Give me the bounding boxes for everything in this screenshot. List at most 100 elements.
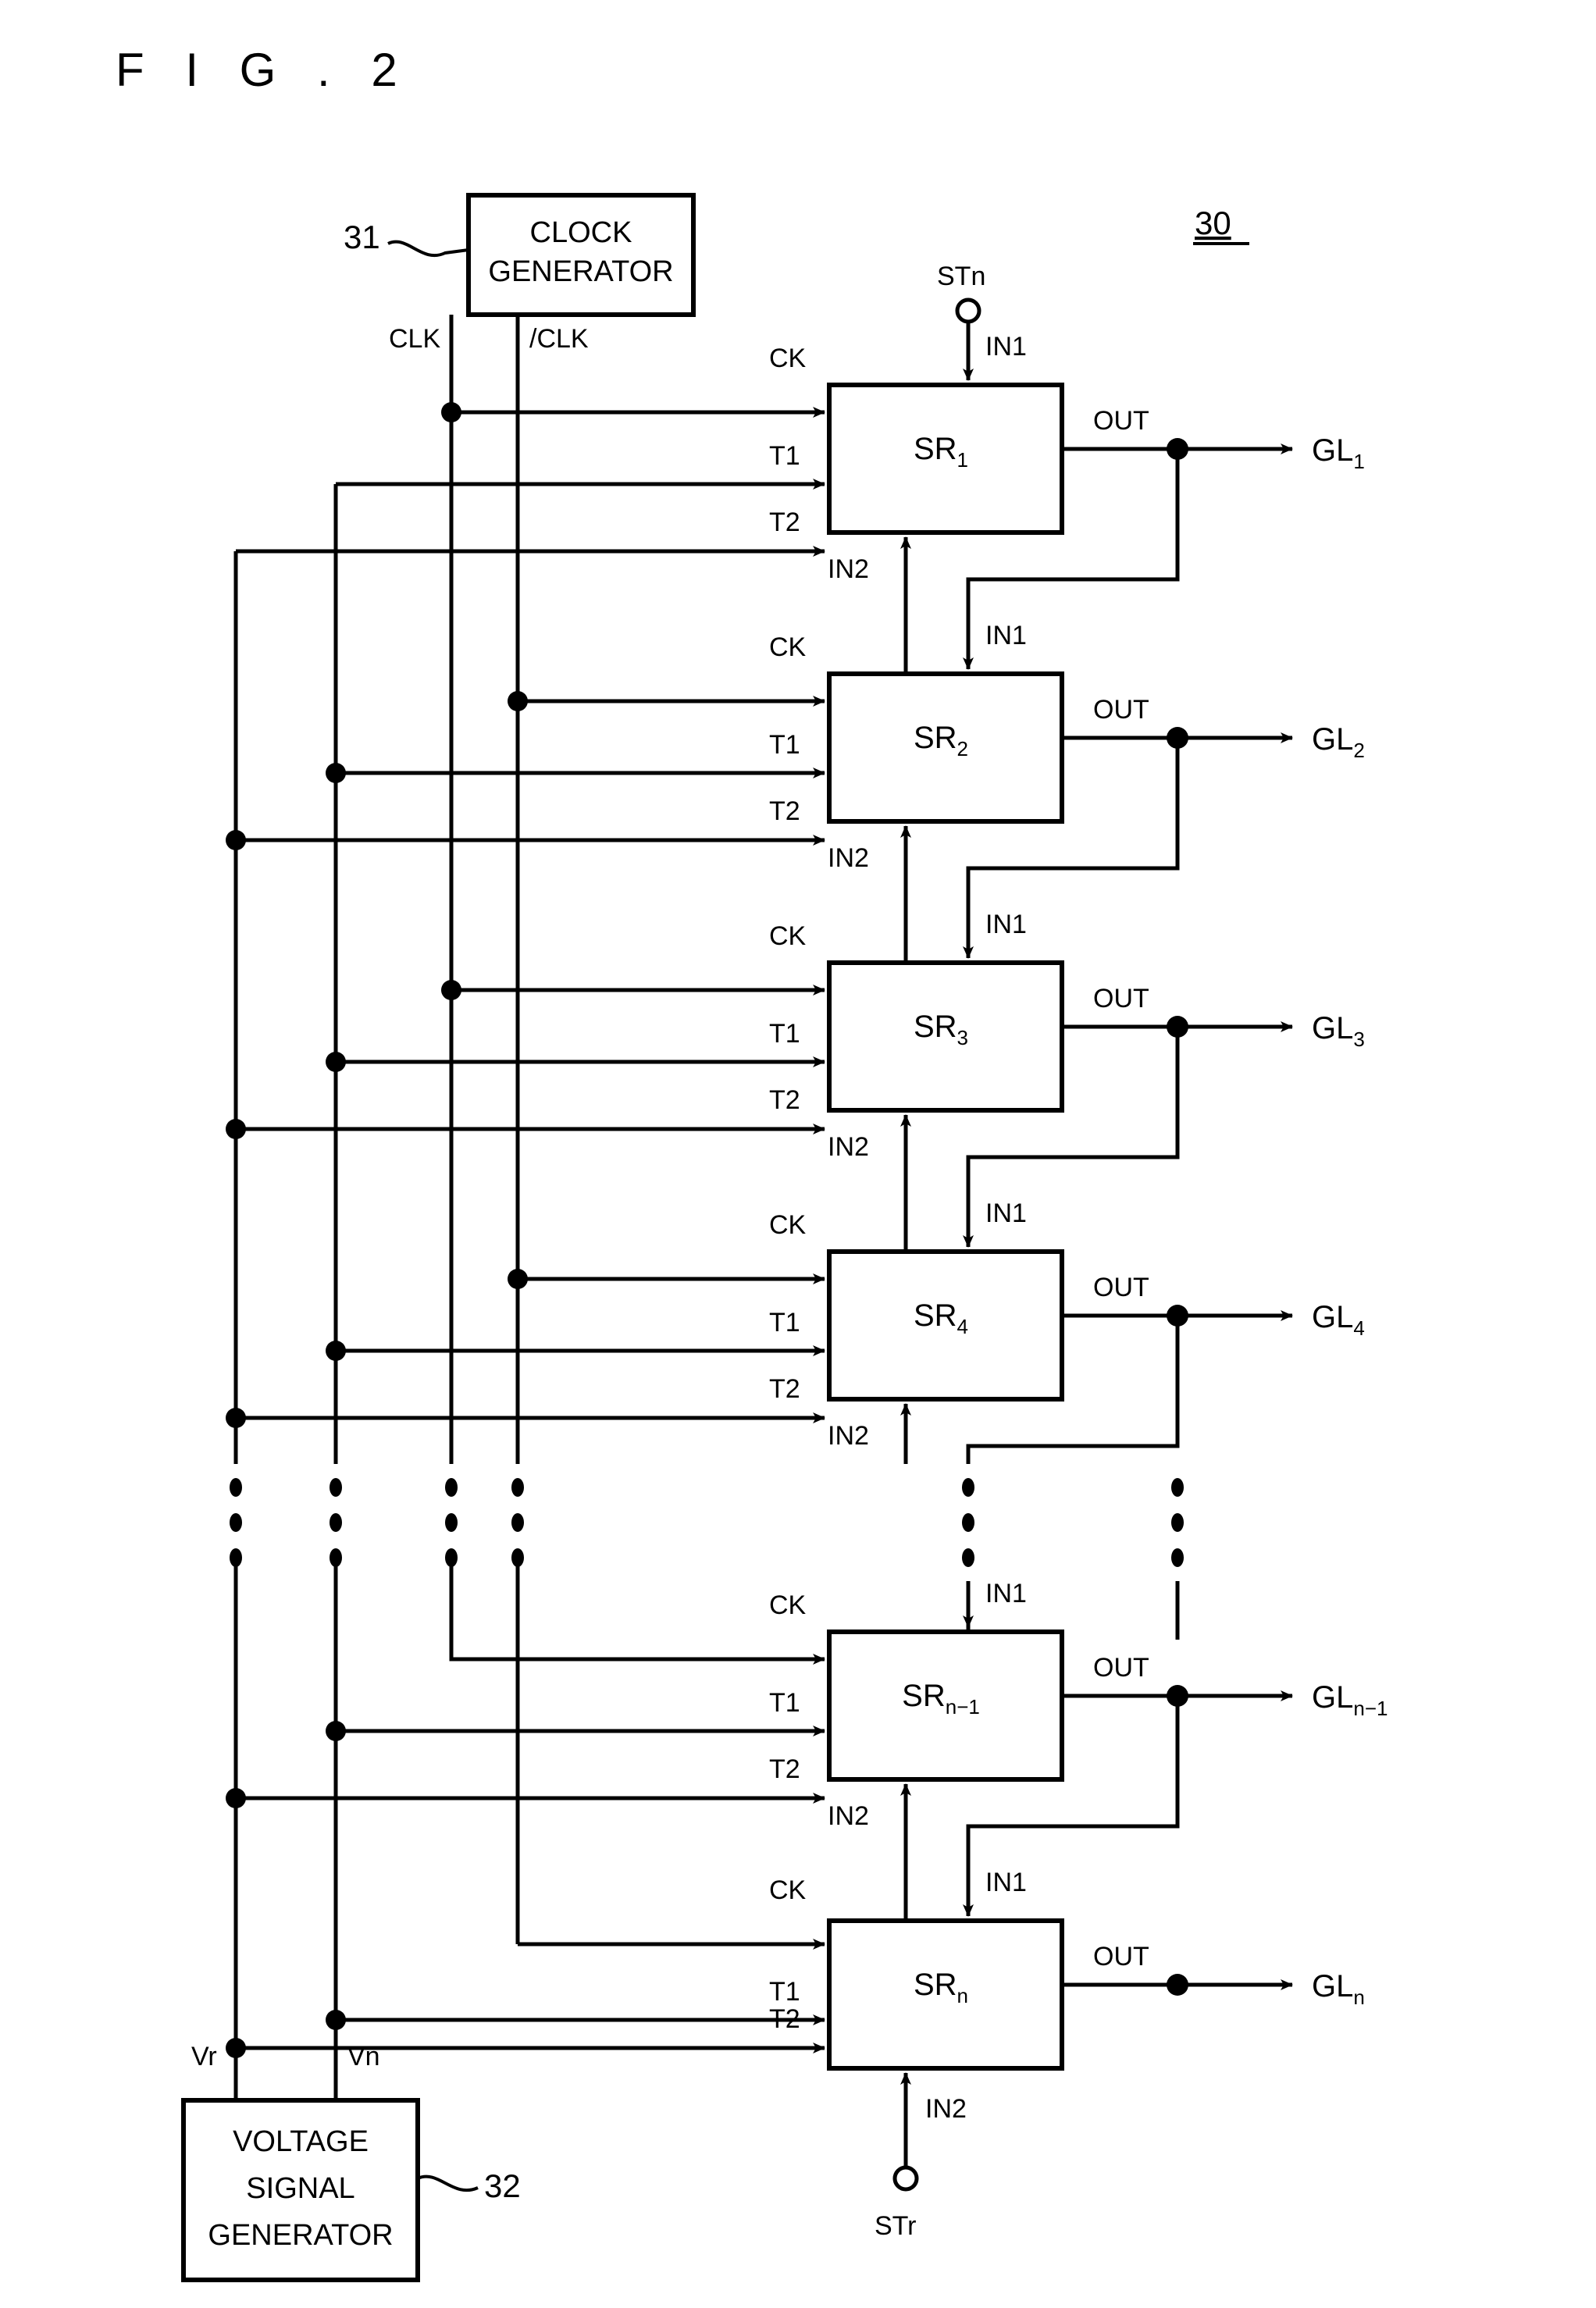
ellipsis-dot (230, 1478, 242, 1497)
srn1-ck-wire (449, 1640, 825, 1665)
sr1-name: SR (914, 432, 957, 466)
srn1-subscript: n−1 (946, 1695, 980, 1719)
ellipsis-dot (1171, 1478, 1184, 1497)
ellipsis-dot (230, 1513, 242, 1532)
sr1-in1-label: IN1 (985, 332, 1027, 362)
clk-bus-label: CLK (389, 324, 440, 354)
srn-t2-label: T2 (769, 2004, 800, 2034)
sr1-ck-label: CK (769, 344, 807, 373)
clock-generator-label-line1: CLOCK (530, 216, 632, 249)
sr3-subscript: 3 (957, 1026, 968, 1049)
gln1-name: GL (1312, 1680, 1353, 1715)
sr4-out-label: OUT (1093, 1273, 1149, 1302)
voltage-generator-leader-line (417, 2174, 479, 2192)
gln-subscript: n (1353, 1986, 1364, 2009)
voltage-generator-label-line1: VOLTAGE (233, 2125, 369, 2158)
ellipsis-dot (330, 1513, 342, 1532)
ellipsis-dot (230, 1548, 242, 1567)
srn-ck-label: CK (769, 1875, 807, 1905)
srn1-in1-label: IN1 (985, 1579, 1027, 1608)
sr3-in2-label: IN2 (828, 1132, 869, 1162)
clkbar-bus-label: /CLK (529, 324, 589, 354)
vertical-ellipsis-group (230, 1478, 1184, 1567)
ellipsis-dot (445, 1478, 458, 1497)
sr3-out-label: OUT (1093, 984, 1149, 1013)
srn1-t2-label: T2 (769, 1754, 800, 1784)
sr3-t2-label: T2 (769, 1085, 800, 1115)
ellipsis-dot (962, 1548, 974, 1567)
gl2-subscript: 2 (1353, 739, 1364, 762)
voltage-generator-reference-label: 32 (484, 2167, 521, 2204)
voltage-generator-label-line3: GENERATOR (208, 2219, 393, 2252)
sr3-name: SR (914, 1010, 957, 1044)
ellipsis-dot (962, 1478, 974, 1497)
stn-terminal-circle[interactable] (955, 297, 981, 324)
sr2-ck-label: CK (769, 632, 807, 662)
srn1-name: SR (902, 1679, 946, 1713)
gl3-name: GL (1312, 1011, 1353, 1045)
vr-bus-label: Vr (191, 2042, 217, 2071)
sr2-out-label: OUT (1093, 695, 1149, 725)
gl1-name: GL (1312, 433, 1353, 468)
gl3-subscript: 3 (1353, 1028, 1364, 1051)
srn-in2-label: IN2 (925, 2094, 967, 2124)
stn-terminal-label: STn (937, 262, 985, 291)
sr4-ck-label: CK (769, 1210, 807, 1240)
srn1-t1-label: T1 (769, 1688, 800, 1718)
ellipsis-dot (511, 1513, 524, 1532)
str-terminal-label: STr (875, 2211, 917, 2241)
sr1-t2-label: T2 (769, 508, 800, 537)
gate-line-label-4: GL4 (1312, 1300, 1365, 1340)
sr1-subscript: 1 (957, 448, 968, 472)
gate-line-label-1: GL1 (1312, 433, 1365, 473)
gate-line-label-3: GL3 (1312, 1011, 1365, 1051)
ellipsis-dot (330, 1548, 342, 1567)
figure-title: F I G . 2 (116, 44, 411, 96)
voltage-generator-label-line2: SIGNAL (246, 2172, 354, 2205)
sr4-in1-label: IN1 (985, 1199, 1027, 1228)
ellipsis-dot (330, 1478, 342, 1497)
sr3-ck-label: CK (769, 921, 807, 951)
ellipsis-dot (962, 1513, 974, 1532)
gl2-name: GL (1312, 722, 1353, 757)
sr4-subscript: 4 (957, 1315, 968, 1338)
gate-line-label-2: GL2 (1312, 722, 1365, 762)
srn-t1-label: T1 (769, 1977, 800, 2007)
gate-line-label-n-minus-1: GLn−1 (1312, 1680, 1388, 1720)
sr2-name: SR (914, 721, 957, 755)
sr2-in1-label: IN1 (985, 621, 1027, 650)
sr4-in2-label: IN2 (828, 1421, 869, 1451)
ellipsis-dot (511, 1478, 524, 1497)
ellipsis-dot (511, 1548, 524, 1567)
gln1-subscript: n−1 (1353, 1697, 1388, 1720)
ellipsis-dot (1171, 1513, 1184, 1532)
sr4-name: SR (914, 1298, 957, 1333)
sr2-subscript: 2 (957, 737, 968, 760)
sr1-out-label: OUT (1093, 406, 1149, 436)
overall-reference-label: 30 (1195, 205, 1231, 241)
srn-out-label: OUT (1093, 1942, 1149, 1971)
gln-name: GL (1312, 1969, 1353, 2003)
srn-in1-label: IN1 (985, 1868, 1027, 1897)
sr4-t2-label: T2 (769, 1374, 800, 1404)
gl1-subscript: 1 (1353, 450, 1364, 473)
clock-generator-reference-label: 31 (344, 219, 380, 255)
sr2-t2-label: T2 (769, 796, 800, 826)
srn1-out-label: OUT (1093, 1653, 1149, 1683)
patent-figure-2: F I G . 2 30 CLOCK GENERATOR 31 CLK /CLK… (0, 0, 1596, 2308)
str-terminal-circle[interactable] (892, 2165, 919, 2192)
sr3-in1-label: IN1 (985, 910, 1027, 939)
sr3-t1-label: T1 (769, 1019, 800, 1049)
srn1-ck-label: CK (769, 1590, 807, 1620)
sr1-t1-label: T1 (769, 441, 800, 471)
srn-subscript: n (957, 1984, 968, 2007)
ellipsis-dot (445, 1548, 458, 1567)
sr1-in2-label: IN2 (828, 554, 869, 584)
ellipsis-dot (1171, 1548, 1184, 1567)
clock-generator-label-line2: GENERATOR (488, 255, 673, 288)
srn1-in2-label: IN2 (828, 1801, 869, 1831)
ellipsis-dot (445, 1513, 458, 1532)
gl4-name: GL (1312, 1300, 1353, 1334)
clock-generator-leader-line (387, 240, 469, 258)
sr2-t1-label: T1 (769, 730, 800, 760)
